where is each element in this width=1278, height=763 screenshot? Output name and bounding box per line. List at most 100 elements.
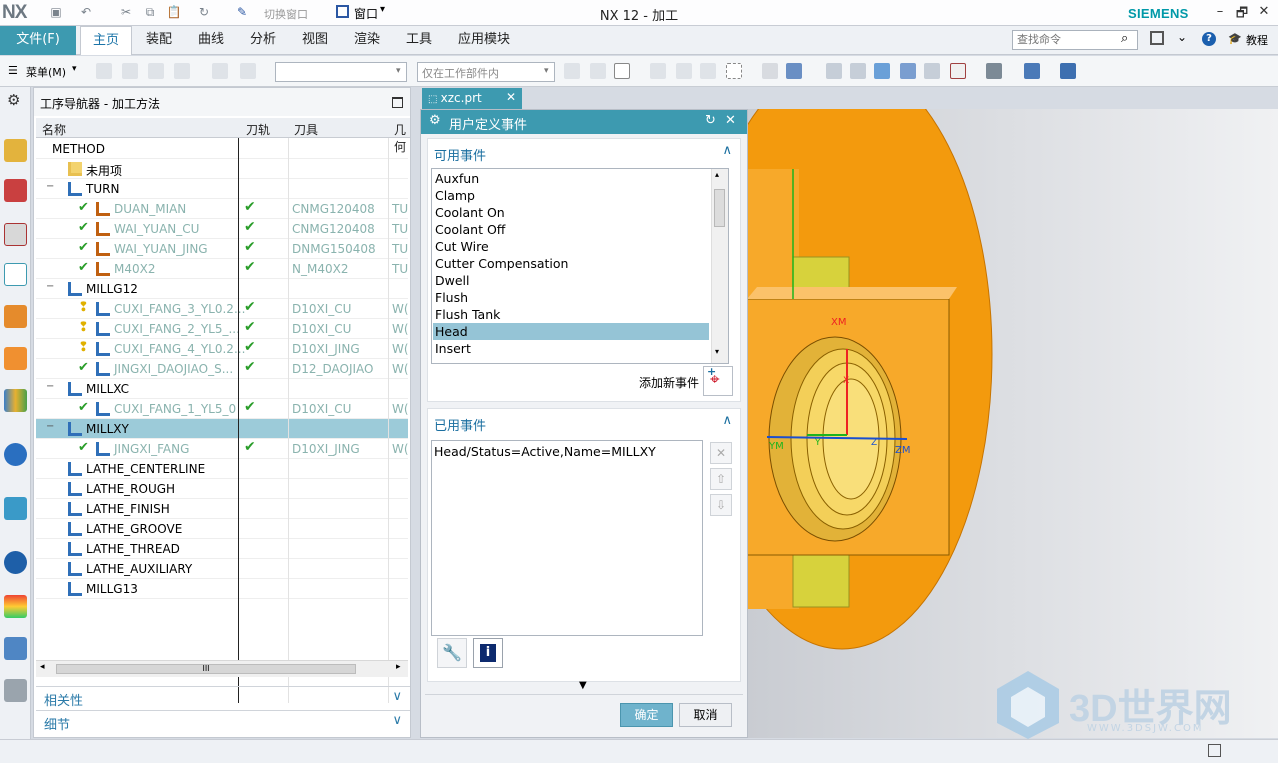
move-up-button[interactable]: ⇧ bbox=[710, 468, 732, 490]
scroll-up-icon[interactable]: ▴ bbox=[715, 170, 719, 179]
tab-analysis[interactable]: 分析 bbox=[238, 26, 288, 55]
tree-row[interactable]: − MILLXY bbox=[36, 419, 408, 439]
tree-row[interactable]: LATHE_AUXILIARY bbox=[36, 559, 408, 579]
tree-row[interactable]: ✔ DUAN_MIAN ✔ CNMG120408 TU bbox=[36, 199, 408, 219]
palette-icon[interactable] bbox=[4, 595, 27, 618]
feature-icon[interactable] bbox=[212, 63, 228, 79]
close-icon[interactable]: ✕ bbox=[725, 113, 736, 128]
chevron-down-icon[interactable]: ⌄ bbox=[1177, 30, 1187, 44]
ok-button[interactable]: 确定 bbox=[620, 703, 673, 727]
add-event-button[interactable]: ⌖ + bbox=[703, 365, 733, 396]
tree-row[interactable]: ✔ CUXI_FANG_1_YL5_0 ✔ D10XI_CU W( bbox=[36, 399, 409, 419]
tree-row[interactable]: − MILLXC bbox=[36, 379, 408, 399]
full-screen-icon[interactable] bbox=[1208, 744, 1221, 757]
scroll-left-icon[interactable]: ◂ bbox=[40, 662, 45, 672]
ribbon-toggle-icon[interactable] bbox=[1150, 31, 1164, 45]
used-events-list[interactable]: Head/Status=Active,Name=MILLXY bbox=[431, 440, 703, 636]
dependencies-section[interactable]: 相关性 ∨ bbox=[36, 686, 410, 709]
used-event-item[interactable]: Head/Status=Active,Name=MILLXY bbox=[434, 444, 656, 459]
selection-icon[interactable] bbox=[174, 63, 190, 79]
reset-icon[interactable]: ↻ bbox=[705, 113, 716, 128]
layer-icon[interactable] bbox=[950, 63, 966, 79]
collapse-toggle-icon[interactable]: − bbox=[46, 421, 54, 432]
event-list-item[interactable]: Clamp bbox=[433, 187, 709, 204]
constraint-navigator-icon[interactable] bbox=[4, 179, 27, 202]
event-list-item[interactable]: Dwell bbox=[433, 272, 709, 289]
tree-row[interactable]: LATHE_GROOVE bbox=[36, 519, 408, 539]
delete-event-button[interactable]: ✕ bbox=[710, 442, 732, 464]
tree-row[interactable]: ❢ CUXI_FANG_3_YL0.2... ✔ D10XI_CU W( bbox=[36, 299, 409, 319]
wrench-icon[interactable]: 🔧 bbox=[437, 638, 467, 668]
render-style-icon[interactable] bbox=[986, 63, 1002, 79]
selection-scope-combo[interactable]: 仅在工作部件内 bbox=[417, 62, 555, 82]
chevron-down-icon[interactable]: ▾ bbox=[396, 66, 401, 76]
snap-icon[interactable] bbox=[650, 63, 666, 79]
tutorial-link[interactable]: 教程 bbox=[1246, 32, 1268, 48]
minimize-button[interactable]: – bbox=[1210, 4, 1230, 22]
wcs-icon[interactable] bbox=[1060, 63, 1076, 79]
file-menu-tab[interactable]: 文件(F) bbox=[0, 26, 76, 55]
collapse-toggle-icon[interactable]: − bbox=[46, 381, 54, 392]
tree-row[interactable]: ✔ WAI_YUAN_JING ✔ DNMG150408 TU bbox=[36, 239, 408, 259]
tree-row[interactable]: ✔ JINGXI_FANG ✔ D10XI_JING W( bbox=[36, 439, 409, 459]
collapse-toggle-icon[interactable]: − bbox=[46, 281, 54, 292]
zoom-icon[interactable] bbox=[850, 63, 866, 79]
chevron-down-icon[interactable]: ▾ bbox=[544, 66, 549, 76]
tree-row[interactable]: ❢ CUXI_FANG_2_YL5_... ✔ D10XI_CU W( bbox=[36, 319, 409, 339]
help-icon[interactable]: ? bbox=[1202, 32, 1216, 46]
close-button[interactable]: ✕ bbox=[1254, 4, 1274, 22]
tree-row[interactable]: ✔ WAI_YUAN_CU ✔ CNMG120408 TU bbox=[36, 219, 408, 239]
web-browser-icon[interactable] bbox=[4, 443, 27, 466]
event-list-item[interactable]: Head bbox=[433, 323, 709, 340]
selection-icon[interactable] bbox=[122, 63, 138, 79]
snap-icon[interactable] bbox=[564, 63, 580, 79]
tree-row[interactable]: LATHE_CENTERLINE bbox=[36, 459, 408, 479]
part-navigator-icon[interactable] bbox=[4, 223, 27, 246]
move-down-button[interactable]: ⇩ bbox=[710, 494, 732, 516]
column-name[interactable]: 名称 bbox=[42, 121, 66, 138]
tree-row[interactable]: MILLG13 bbox=[36, 579, 408, 599]
maximize-icon[interactable] bbox=[392, 97, 403, 108]
details-section[interactable]: 细节 ∨ bbox=[36, 710, 410, 733]
history-icon[interactable] bbox=[4, 497, 27, 520]
rotate-icon[interactable] bbox=[874, 63, 890, 79]
available-events-list[interactable]: Auxfun Clamp Coolant On Coolant Off Cut Wire… bbox=[431, 168, 729, 364]
tree-row[interactable]: ✔ M40X2 ✔ N_M40X2 TU bbox=[36, 259, 408, 279]
tree-row[interactable]: ❢ CUXI_FANG_4_YL0.2... ✔ D10XI_JING W( bbox=[36, 339, 409, 359]
graphics-window[interactable]: XM YM ZM X Y Z 3D世界网 WWW.3DSJW.COM bbox=[747, 109, 1278, 739]
restore-button[interactable]: 🗗 bbox=[1232, 4, 1252, 22]
tree-row[interactable]: − MILLG12 bbox=[36, 279, 408, 299]
tree-row[interactable]: METHOD bbox=[36, 139, 408, 159]
tree-row[interactable]: 未用项 bbox=[36, 159, 408, 179]
file-tab[interactable]: ⬚ xzc.prt ✕ bbox=[422, 88, 522, 109]
event-list-item[interactable]: Coolant On bbox=[433, 204, 709, 221]
reuse-library-icon[interactable] bbox=[4, 389, 27, 412]
scroll-down-icon[interactable]: ▾ bbox=[715, 347, 719, 356]
more-options-icon[interactable]: ▼ bbox=[579, 680, 587, 691]
info-button[interactable]: i bbox=[473, 638, 503, 668]
process-studio-icon[interactable] bbox=[4, 637, 27, 660]
operation-navigator-icon[interactable] bbox=[4, 263, 27, 286]
tree-row[interactable]: LATHE_ROUGH bbox=[36, 479, 408, 499]
column-toolpath[interactable]: 刀轨 bbox=[246, 121, 270, 138]
tree-row[interactable]: − TURN bbox=[36, 179, 408, 199]
gear-icon[interactable]: ⚙ bbox=[7, 91, 20, 109]
event-list-item[interactable]: Auxfun bbox=[433, 170, 709, 187]
event-list-item[interactable]: Cutter Compensation bbox=[433, 255, 709, 272]
section-icon[interactable] bbox=[924, 63, 940, 79]
collapse-toggle-icon[interactable]: − bbox=[46, 181, 54, 192]
tab-home[interactable]: 主页 bbox=[80, 26, 132, 55]
shaded-icon[interactable] bbox=[762, 63, 778, 79]
view-cube-icon[interactable] bbox=[786, 63, 802, 79]
snap-icon[interactable] bbox=[676, 63, 692, 79]
collapse-icon[interactable]: ∧ bbox=[722, 413, 732, 428]
chevron-down-icon[interactable]: ∨ bbox=[392, 689, 402, 704]
event-list-item[interactable]: Insert bbox=[433, 340, 709, 357]
cancel-button[interactable]: 取消 bbox=[679, 703, 732, 727]
event-list-item[interactable]: Cut Wire bbox=[433, 238, 709, 255]
box-select-icon[interactable] bbox=[726, 63, 742, 79]
tab-render[interactable]: 渲染 bbox=[342, 26, 392, 55]
point-icon[interactable] bbox=[614, 63, 630, 79]
tab-view[interactable]: 视图 bbox=[290, 26, 340, 55]
event-list-item[interactable]: Flush Tank bbox=[433, 306, 709, 323]
